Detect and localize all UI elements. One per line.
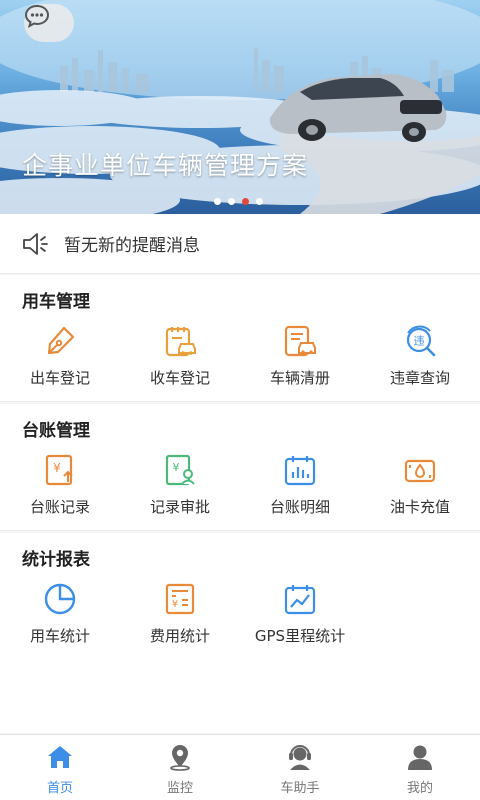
- tab-label: 车助手: [280, 781, 320, 796]
- item-label: 费用统计: [149, 627, 210, 645]
- svg-text:¥: ¥: [53, 461, 61, 475]
- item-label: 收车登记: [149, 369, 210, 387]
- car-list-icon: [284, 325, 316, 357]
- carousel-dot-active[interactable]: [242, 198, 249, 205]
- ledger-detail-button[interactable]: 台账明细: [240, 452, 360, 524]
- carousel-dot[interactable]: [228, 198, 235, 205]
- violation-search-icon: 违: [406, 325, 436, 357]
- tab-home[interactable]: 首页: [0, 735, 120, 800]
- checkout-register-button[interactable]: 出车登记: [0, 323, 120, 395]
- user-icon: [408, 745, 432, 770]
- item-label: 车辆清册: [269, 369, 330, 387]
- approval-icon: ¥: [165, 454, 195, 486]
- statistics-section: 统计报表 用车统计 ¥ 费用统计 GPS里程统计: [0, 533, 480, 733]
- assistant-icon: [289, 745, 311, 770]
- tab-monitor[interactable]: 监控: [120, 735, 240, 800]
- section-title: 统计报表: [22, 550, 90, 570]
- svg-text:¥: ¥: [173, 461, 180, 474]
- chat-bubble-icon: [24, 4, 50, 28]
- fuel-card-icon: [404, 459, 436, 483]
- pen-icon: [47, 326, 75, 355]
- violation-query-button[interactable]: 违 违章查询: [360, 323, 480, 395]
- carousel-indicator: [214, 198, 263, 205]
- notice-text: 暂无新的提醒消息: [64, 236, 200, 256]
- svg-text:¥: ¥: [172, 599, 178, 610]
- vehicle-list-button[interactable]: 车辆清册: [240, 323, 360, 395]
- item-label: 违章查询: [389, 369, 450, 387]
- trend-calendar-icon: [284, 585, 316, 615]
- expense-stats-button[interactable]: ¥ 费用统计: [120, 581, 240, 653]
- item-label: 出车登记: [29, 369, 90, 387]
- section-title: 用车管理: [22, 292, 90, 312]
- tab-label: 监控: [166, 781, 193, 796]
- record-approval-button[interactable]: ¥ 记录审批: [120, 452, 240, 524]
- item-label: 台账记录: [29, 498, 90, 516]
- location-icon: [170, 745, 190, 771]
- vehicle-use-section: 用车管理 出车登记 收车登记 车辆清册 违 违章查询: [0, 275, 480, 402]
- expense-icon: ¥: [165, 583, 195, 615]
- vehicle-use-stats-button[interactable]: 用车统计: [0, 581, 120, 653]
- notice-bar[interactable]: 暂无新的提醒消息: [0, 214, 480, 274]
- section-title: 台账管理: [22, 421, 90, 441]
- tab-mine[interactable]: 我的: [360, 735, 480, 800]
- speaker-icon: [23, 232, 48, 255]
- item-label: 油卡充值: [389, 498, 450, 516]
- item-label: 用车统计: [29, 627, 90, 645]
- item-label: 记录审批: [149, 498, 210, 516]
- promo-banner[interactable]: 企事业单位车辆管理方案: [0, 0, 480, 214]
- home-icon: [48, 746, 72, 768]
- item-label: 台账明细: [269, 498, 330, 516]
- tab-label: 我的: [406, 781, 433, 796]
- ledger-record-icon: ¥: [45, 454, 73, 486]
- tab-label: 首页: [46, 781, 73, 796]
- carousel-dot[interactable]: [214, 198, 221, 205]
- ledger-section: 台账管理 ¥ 台账记录 ¥ 记录审批 台账明细 油卡充值: [0, 404, 480, 531]
- svg-text:违: 违: [414, 335, 425, 348]
- banner-title: 企事业单位车辆管理方案: [22, 151, 309, 180]
- ledger-record-button[interactable]: ¥ 台账记录: [0, 452, 120, 524]
- carousel-dot[interactable]: [256, 198, 263, 205]
- tab-assistant[interactable]: 车助手: [240, 735, 360, 800]
- message-button[interactable]: [24, 4, 74, 42]
- car-clipboard-icon: [165, 327, 196, 357]
- ledger-detail-icon: [284, 456, 316, 486]
- bottom-tab-bar: 首页 监控 车助手 我的: [0, 734, 480, 800]
- return-register-button[interactable]: 收车登记: [120, 323, 240, 395]
- pie-chart-icon: [44, 583, 76, 615]
- item-label: GPS里程统计: [254, 627, 346, 645]
- gps-mileage-stats-button[interactable]: GPS里程统计: [240, 581, 360, 653]
- fuel-card-topup-button[interactable]: 油卡充值: [360, 452, 480, 524]
